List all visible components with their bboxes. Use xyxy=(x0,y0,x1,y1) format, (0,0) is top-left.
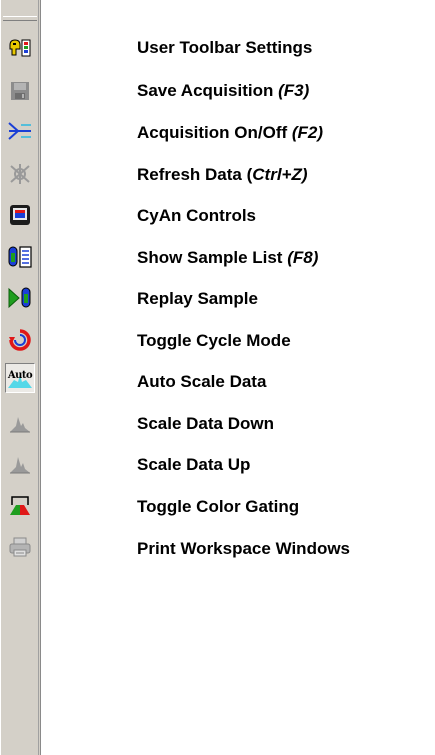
label-toggle-cycle-mode: Toggle Cycle Mode xyxy=(137,331,291,350)
label-toggle-color-gating: Toggle Color Gating xyxy=(137,497,300,516)
sample-list-button[interactable] xyxy=(5,242,35,272)
label-scale-data-up: Scale Data Up xyxy=(137,455,251,474)
label-print-workspace-windows: Print Workspace Windows xyxy=(137,539,351,558)
replay-sample-button[interactable] xyxy=(5,283,35,313)
cyan-controls-icon xyxy=(10,205,30,225)
print-workspace-button[interactable] xyxy=(5,532,35,562)
shortcut-ctrl-z: Ctrl+Z) xyxy=(252,165,308,184)
auto-scale-button[interactable]: Auto xyxy=(5,363,35,393)
cycle-mode-icon xyxy=(9,329,31,351)
color-gating-icon xyxy=(10,496,30,515)
label-replay-sample: Replay Sample xyxy=(137,289,258,308)
user-toolbar-settings-icon xyxy=(9,39,31,57)
label-user-toolbar-settings: User Toolbar Settings xyxy=(137,38,313,57)
acquisition-toggle-icon xyxy=(8,122,31,140)
label-auto-scale-data: Auto Scale Data xyxy=(137,372,267,391)
cyan-controls-button[interactable] xyxy=(5,200,35,230)
save-acquisition-icon xyxy=(11,82,29,100)
print-workspace-icon xyxy=(9,537,31,557)
refresh-data-icon xyxy=(10,164,30,184)
auto-scale-icon: Auto xyxy=(7,370,33,388)
auto-icon-text: Auto xyxy=(7,370,33,381)
label-refresh-data: Refresh Data (Ctrl+Z) xyxy=(137,165,308,184)
label-acquisition-toggle: Acquisition On/Off (F2) xyxy=(137,123,324,142)
label-scale-data-down: Scale Data Down xyxy=(137,414,274,433)
toolbar-grip[interactable] xyxy=(3,16,37,21)
shortcut-f8: (F8) xyxy=(287,248,319,267)
user-toolbar-settings-button[interactable] xyxy=(5,33,35,63)
label-save-acquisition: Save Acquisition (F3) xyxy=(137,81,310,100)
scale-down-button[interactable] xyxy=(5,408,35,438)
scale-up-icon xyxy=(10,457,30,474)
shortcut-f2: (F2) xyxy=(291,123,324,142)
cycle-mode-button[interactable] xyxy=(5,325,35,355)
label-cyan-controls: CyAn Controls xyxy=(137,206,256,225)
label-show-sample-list: Show Sample List (F8) xyxy=(137,248,319,267)
sample-list-icon xyxy=(8,246,32,268)
replay-sample-icon xyxy=(8,287,31,309)
color-gating-button[interactable] xyxy=(5,490,35,520)
save-acquisition-button[interactable] xyxy=(5,76,35,106)
toolbar-edge-shadow xyxy=(38,0,39,755)
refresh-data-button[interactable] xyxy=(5,159,35,189)
scale-up-button[interactable] xyxy=(5,449,35,479)
toolbar-edge-highlight xyxy=(0,0,1,755)
vertical-toolbar: Auto xyxy=(0,0,41,755)
shortcut-f3: (F3) xyxy=(278,81,310,100)
scale-down-icon xyxy=(10,417,30,433)
acquisition-toggle-button[interactable] xyxy=(5,117,35,147)
